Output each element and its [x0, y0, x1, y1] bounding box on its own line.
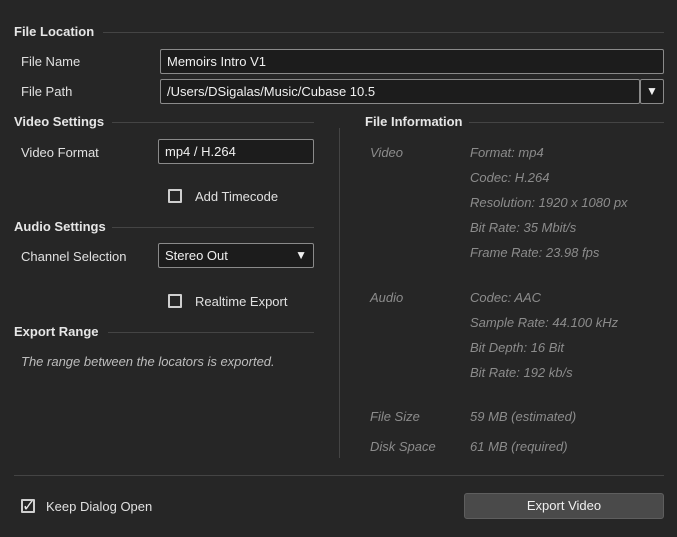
info-video-framerate: Frame Rate: 23.98 fps — [470, 245, 600, 260]
audio-settings-title: Audio Settings — [14, 219, 106, 234]
info-audio-samplerate: Sample Rate: 44.100 kHz — [470, 315, 619, 330]
video-settings-title: Video Settings — [14, 114, 105, 129]
info-video-format: Format: mp4 — [470, 145, 544, 160]
export-range-description: The range between the locators is export… — [21, 354, 275, 369]
file-path-dropdown-button[interactable]: ▼ — [640, 79, 664, 104]
channel-selection-label: Channel Selection — [21, 249, 127, 264]
video-settings-rule — [112, 122, 314, 123]
audio-settings-rule — [112, 227, 314, 228]
keep-dialog-open-checkbox[interactable]: ✓ — [21, 498, 36, 515]
info-audio-label: Audio — [370, 290, 404, 305]
info-audio-codec: Codec: AAC — [470, 290, 542, 305]
video-format-label: Video Format — [21, 145, 99, 160]
info-disk-space-value: 61 MB (required) — [470, 439, 568, 454]
export-video-button[interactable]: Export Video — [464, 493, 664, 519]
info-video-label: Video — [370, 145, 404, 160]
realtime-export-label: Realtime Export — [195, 294, 288, 309]
file-location-rule — [103, 32, 664, 33]
chevron-down-icon: ▼ — [646, 84, 658, 98]
footer-rule — [14, 475, 664, 476]
chevron-down-icon: ▼ — [295, 248, 307, 262]
add-timecode-label: Add Timecode — [195, 189, 279, 204]
column-divider — [339, 128, 340, 458]
info-video-bitrate: Bit Rate: 35 Mbit/s — [470, 220, 577, 235]
file-information-rule — [469, 122, 664, 123]
channel-selection-value: Stereo Out — [165, 248, 228, 263]
file-location-title: File Location — [14, 24, 95, 39]
info-file-size-value: 59 MB (estimated) — [470, 409, 577, 424]
checkmark-icon: ✓ — [22, 498, 36, 515]
channel-selection-select[interactable]: Stereo Out ▼ — [158, 243, 314, 268]
info-audio-bitrate: Bit Rate: 192 kb/s — [470, 365, 573, 380]
info-audio-bitdepth: Bit Depth: 16 Bit — [470, 340, 564, 355]
file-path-input[interactable]: /Users/DSigalas/Music/Cubase 10.5 — [160, 79, 640, 104]
video-format-field[interactable]: mp4 / H.264 — [158, 139, 314, 164]
file-name-input[interactable]: Memoirs Intro V1 — [160, 49, 664, 74]
add-timecode-checkbox[interactable] — [168, 189, 182, 203]
file-information-title: File Information — [365, 114, 463, 129]
realtime-export-checkbox[interactable] — [168, 294, 182, 308]
file-path-label: File Path — [21, 84, 73, 99]
info-file-size-label: File Size — [370, 409, 420, 424]
info-video-codec: Codec: H.264 — [470, 170, 550, 185]
export-range-title: Export Range — [14, 324, 99, 339]
info-video-resolution: Resolution: 1920 x 1080 px — [470, 195, 628, 210]
file-name-label: File Name — [21, 54, 81, 69]
export-range-rule — [108, 332, 314, 333]
keep-dialog-open-label: Keep Dialog Open — [46, 499, 153, 514]
info-disk-space-label: Disk Space — [370, 439, 436, 454]
